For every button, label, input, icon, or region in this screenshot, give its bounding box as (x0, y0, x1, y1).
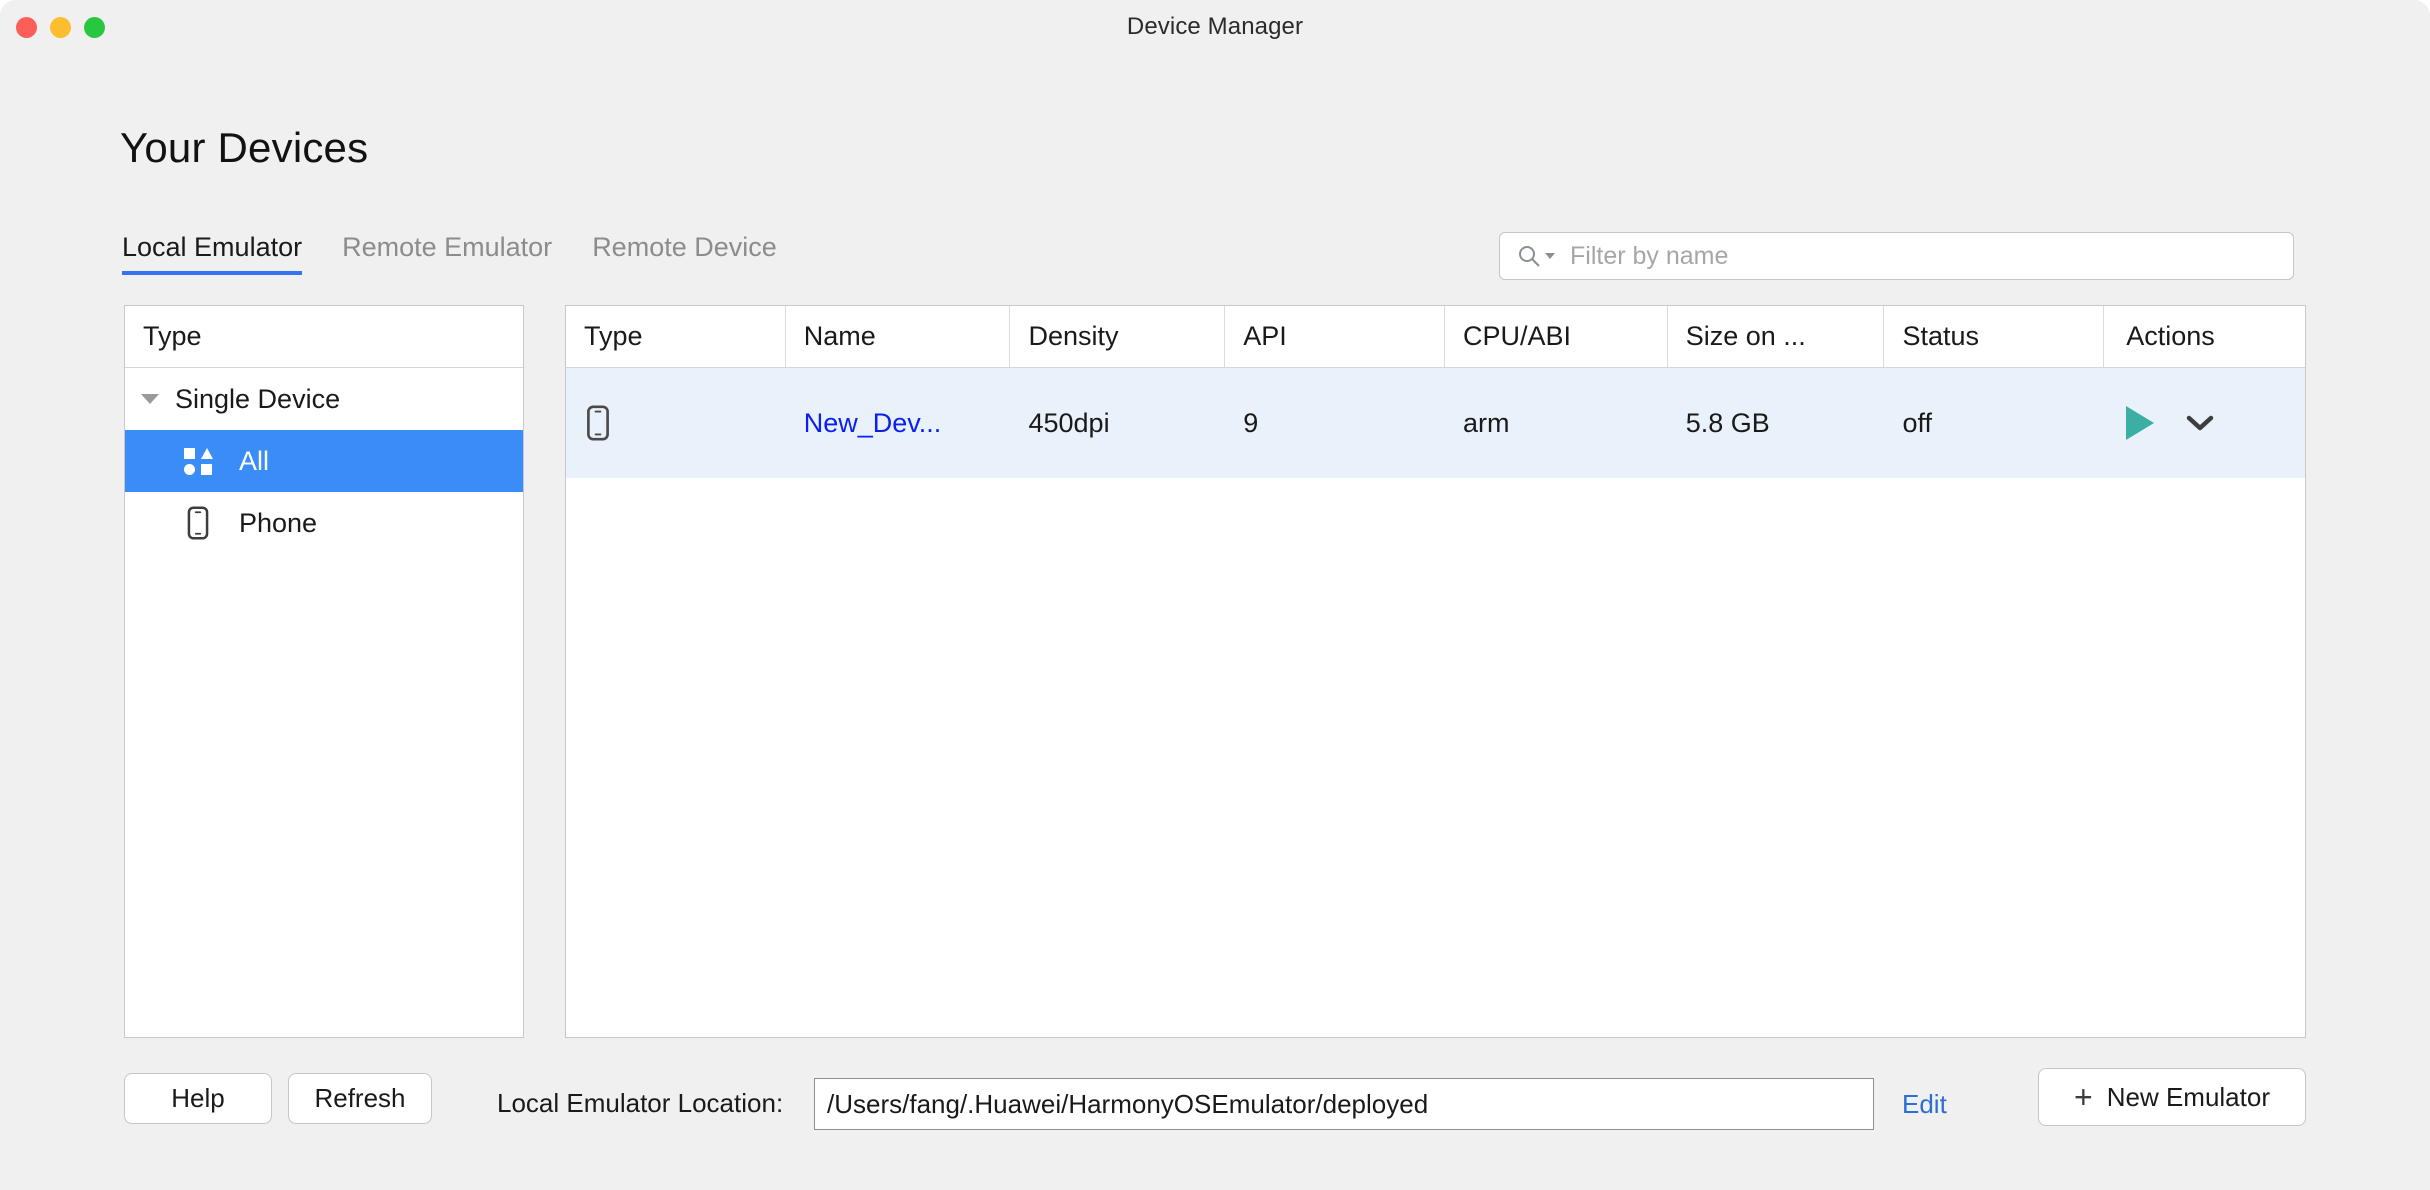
tab-remote-emulator[interactable]: Remote Emulator (322, 232, 572, 275)
page-title: Your Devices (120, 124, 369, 171)
column-header-density[interactable]: Density (1010, 306, 1226, 367)
device-table: Type Name Density API CPU/ABI Size on ..… (565, 305, 2306, 1038)
column-header-api[interactable]: API (1225, 306, 1445, 367)
sidebar-item-label-phone: Phone (239, 507, 318, 538)
close-window-button[interactable] (16, 17, 37, 38)
sidebar-header-type: Type (125, 306, 523, 368)
cell-actions (2104, 368, 2305, 478)
tree-group-label: Single Device (175, 383, 341, 414)
sidebar-item-all[interactable]: All (125, 430, 523, 492)
chevron-down-icon[interactable] (2184, 412, 2216, 434)
column-header-actions: Actions (2126, 321, 2215, 351)
column-header-size-on-disk[interactable]: Size on ... (1668, 306, 1885, 367)
shape-square-top-left (184, 447, 195, 459)
plus-icon: + (2074, 1079, 2093, 1115)
filter-field[interactable] (1499, 232, 2294, 280)
new-emulator-button[interactable]: + New Emulator (2038, 1068, 2306, 1126)
cell-size-on-disk: 5.8 GB (1685, 407, 1770, 438)
table-row[interactable]: New_Dev... 450dpi 9 arm 5.8 GB off (566, 368, 2305, 478)
tab-remote-device[interactable]: Remote Device (572, 232, 797, 275)
shape-square-bottom-right (201, 463, 212, 475)
help-button[interactable]: Help (124, 1073, 272, 1124)
window-title: Device Manager (1126, 13, 1304, 40)
phone-icon (183, 506, 213, 540)
column-header-cpu-abi[interactable]: CPU/ABI (1445, 306, 1668, 367)
table-header-row: Type Name Density API CPU/ABI Size on ..… (566, 306, 2305, 368)
traffic-light-controls (16, 17, 105, 38)
new-emulator-label: New Emulator (2106, 1081, 2270, 1112)
cell-cpu-abi: arm (1462, 407, 1510, 438)
column-header-status[interactable]: Status (1884, 306, 2105, 367)
title-bar: Device Manager (0, 0, 2430, 54)
cell-api: 9 (1243, 407, 1259, 438)
local-emulator-location-input[interactable] (814, 1078, 1874, 1130)
search-input[interactable] (1570, 241, 2270, 271)
minimize-window-button[interactable] (50, 17, 71, 38)
sidebar-item-phone[interactable]: Phone (125, 492, 523, 554)
cell-device-name[interactable]: New_Dev... (786, 368, 1011, 478)
column-header-name[interactable]: Name (786, 306, 1011, 367)
cell-status: off (1902, 407, 1933, 438)
refresh-button[interactable]: Refresh (288, 1073, 432, 1124)
cell-density: 450dpi (1028, 407, 1110, 438)
tab-local-emulator[interactable]: Local Emulator (122, 232, 322, 275)
local-emulator-location-label: Local Emulator Location: (497, 1088, 784, 1118)
device-type-sidebar: Type Single Device All Phone (124, 305, 524, 1038)
chevron-down-icon (1545, 253, 1555, 259)
device-manager-window: Device Manager Your Devices Local Emulat… (0, 0, 2430, 1190)
chevron-down-icon[interactable] (141, 394, 159, 404)
edit-location-link[interactable]: Edit (1902, 1089, 1947, 1120)
sidebar-item-label-all: All (239, 445, 270, 476)
shape-circle-bottom-left (184, 463, 195, 475)
phone-icon (584, 405, 612, 441)
play-icon[interactable] (2126, 406, 2155, 440)
all-shapes-icon (183, 447, 213, 475)
tree-group-single-device[interactable]: Single Device (125, 368, 523, 430)
device-source-tabs: Local Emulator Remote Emulator Remote De… (122, 232, 797, 275)
shape-triangle-top-right (200, 447, 213, 459)
column-header-type[interactable]: Type (566, 306, 786, 367)
cell-type (566, 368, 786, 478)
search-icon[interactable] (1516, 243, 1556, 269)
maximize-window-button[interactable] (84, 17, 105, 38)
